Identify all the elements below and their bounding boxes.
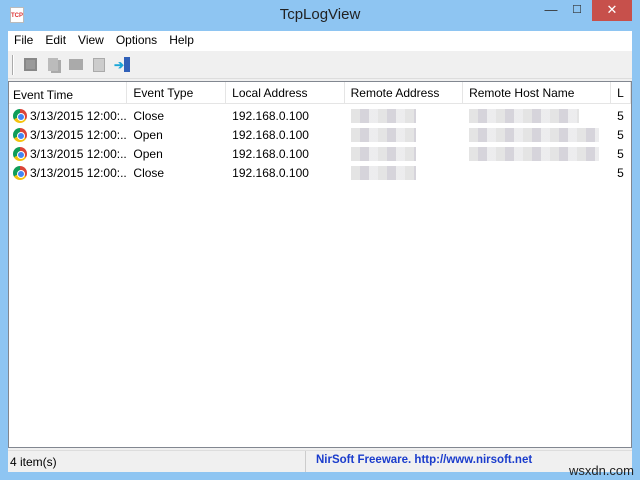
event-time-cell: 3/13/2015 12:00:... [9,108,128,123]
remote-address-cell [345,146,463,161]
menu-bar: File Edit View Options Help [8,31,632,51]
local-address-cell: 192.168.0.100 [232,127,309,142]
table-row[interactable]: 3/13/2015 12:00:... Open 192.168.0.100 5 [9,144,631,163]
nirsoft-link[interactable]: NirSoft Freeware. http://www.nirsoft.net [306,451,532,472]
chrome-icon [13,108,27,123]
redacted-text [350,127,416,142]
properties-icon[interactable] [67,56,85,74]
copy-icon[interactable] [44,56,62,74]
remote-address-cell [345,108,463,123]
extra-cell: 5 [617,146,624,161]
status-bar: 4 item(s) NirSoft Freeware. http://www.n… [8,450,632,472]
remote-host-cell [463,108,611,123]
event-type-cell: Open [133,146,163,161]
column-next[interactable]: L [611,82,631,103]
menu-file[interactable]: File [8,31,39,51]
column-remote-host-name[interactable]: Remote Host Name [463,82,612,103]
redacted-text [469,108,580,123]
item-count: 4 item(s) [8,451,306,472]
extra-cell: 5 [617,108,624,123]
column-event-time[interactable]: Event Time [9,82,128,103]
event-time-cell: 3/13/2015 12:00:... [9,165,128,180]
event-time: 3/13/2015 12:00:... [30,108,128,123]
redacted-text [350,165,416,180]
redacted-text [350,146,416,161]
remote-address-cell [345,127,463,142]
table-row[interactable]: 3/13/2015 12:00:... Open 192.168.0.100 5 [9,125,631,144]
connections-list[interactable]: Event Time Event Type Local Address Remo… [8,81,632,448]
extra-cell: 5 [617,165,624,180]
remote-host-cell [463,146,611,161]
close-button[interactable]: ✕ [592,0,632,21]
title-bar: TCP TcpLogView — ☐ ✕ [0,0,640,30]
redacted-text [350,108,416,123]
menu-help[interactable]: Help [163,31,200,51]
remote-address-cell [345,165,463,180]
column-event-type[interactable]: Event Type [127,82,227,103]
remote-host-cell [463,166,611,180]
redacted-text [469,146,600,161]
event-time: 3/13/2015 12:00:... [30,165,128,180]
remote-host-cell [463,127,611,142]
chrome-icon [13,127,27,142]
event-type-cell: Open [133,127,163,142]
table-row[interactable]: 3/13/2015 12:00:... Close 192.168.0.100 … [9,106,631,125]
menu-view[interactable]: View [72,31,110,51]
save-icon[interactable] [21,56,39,74]
extra-cell: 5 [617,127,624,142]
find-icon[interactable] [90,56,108,74]
exit-icon[interactable]: ➔ [113,56,131,74]
client-area: File Edit View Options Help ➔ Event Time… [8,31,632,472]
toolbar-grip [12,54,14,75]
list-header: Event Time Event Type Local Address Remo… [9,82,631,104]
chrome-icon [13,146,27,161]
watermark: wsxdn.com [568,463,634,478]
minimize-button[interactable]: — [538,0,564,21]
local-address-cell: 192.168.0.100 [232,165,309,180]
maximize-button[interactable]: ☐ [564,0,590,21]
local-address-cell: 192.168.0.100 [232,108,309,123]
menu-options[interactable]: Options [110,31,163,51]
toolbar: ➔ [8,51,632,79]
local-address-cell: 192.168.0.100 [232,146,309,161]
event-type-cell: Close [133,165,165,180]
table-row[interactable]: 3/13/2015 12:00:... Close 192.168.0.100 … [9,163,631,182]
event-time-cell: 3/13/2015 12:00:... [9,127,128,142]
column-remote-address[interactable]: Remote Address [345,82,464,103]
event-time-cell: 3/13/2015 12:00:... [9,146,128,161]
menu-edit[interactable]: Edit [39,31,72,51]
event-time: 3/13/2015 12:00:... [30,127,128,142]
column-local-address[interactable]: Local Address [226,82,345,103]
event-type-cell: Close [133,108,165,123]
chrome-icon [13,165,27,180]
event-time: 3/13/2015 12:00:... [30,146,128,161]
redacted-text [469,127,600,142]
